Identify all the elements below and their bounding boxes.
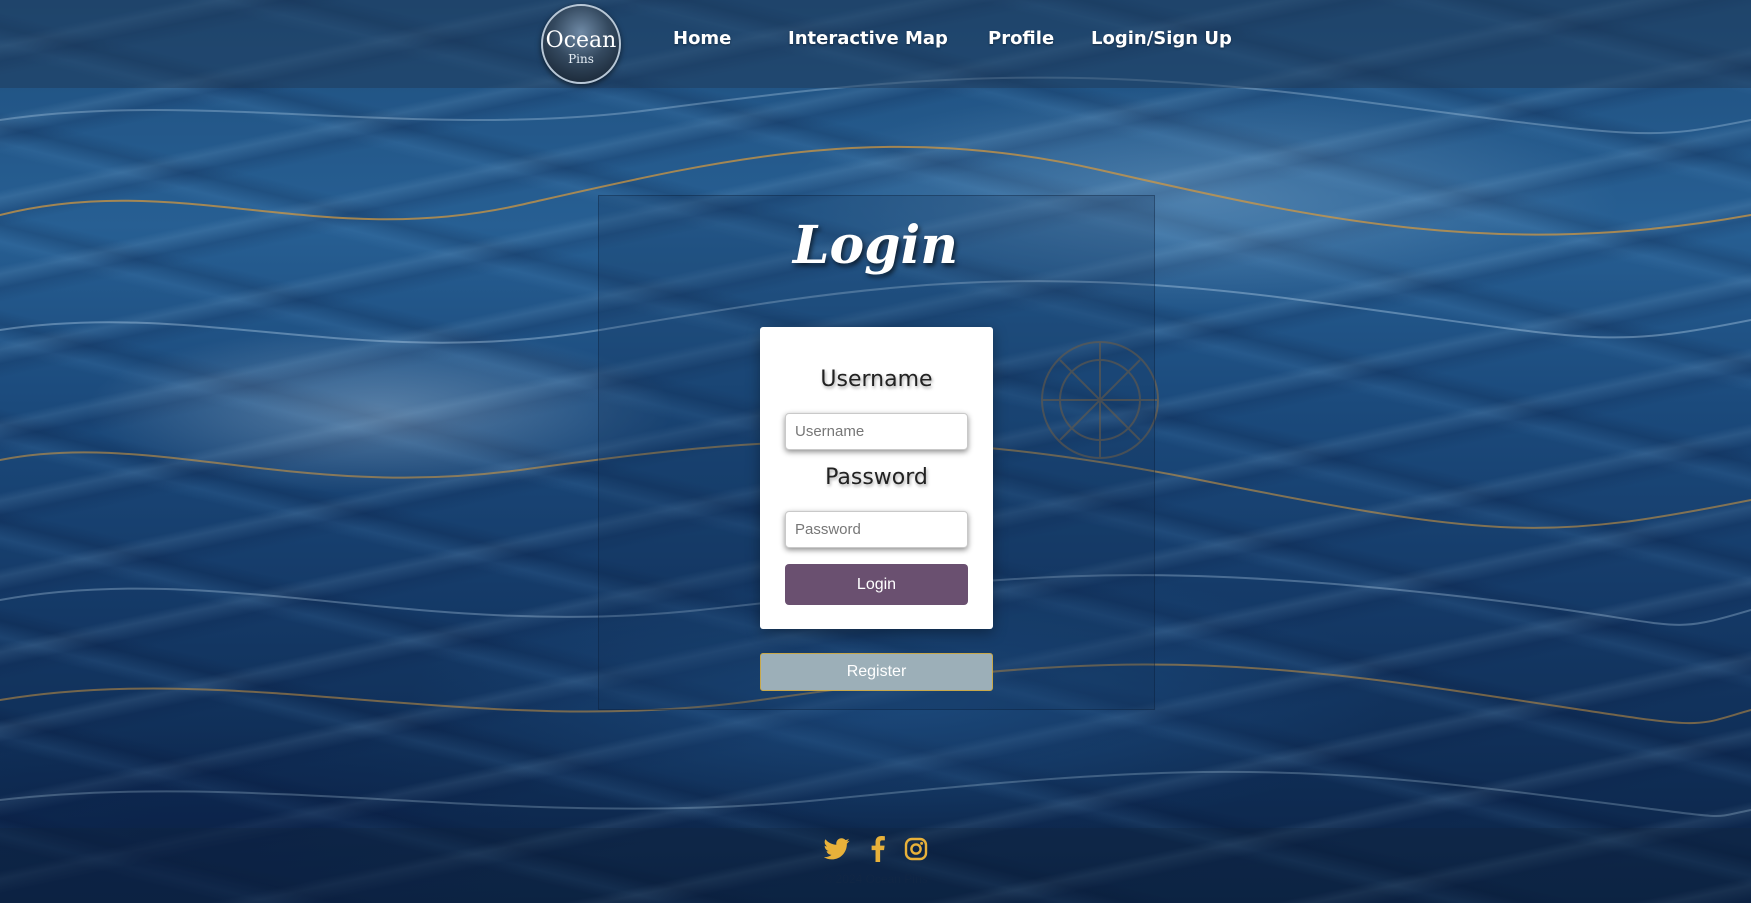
twitter-icon[interactable] xyxy=(824,836,850,862)
username-input[interactable] xyxy=(785,413,968,450)
instagram-icon[interactable] xyxy=(903,836,929,862)
nav-interactive-map-link[interactable]: Interactive Map xyxy=(788,28,948,49)
nav-home-link[interactable]: Home xyxy=(673,28,731,49)
login-form-card: Username Password Login xyxy=(760,327,993,629)
register-button[interactable]: Register xyxy=(760,653,993,691)
username-label: Username xyxy=(820,367,933,392)
ocean-pins-logo[interactable]: Ocean Pins xyxy=(541,4,621,84)
password-input[interactable] xyxy=(785,511,968,548)
login-button[interactable]: Login xyxy=(785,564,968,605)
facebook-icon[interactable] xyxy=(865,836,891,862)
logo-text-ocean: Ocean xyxy=(545,28,617,53)
nav-login-signup-link[interactable]: Login/Sign Up xyxy=(1091,28,1232,49)
page-title: Login xyxy=(792,215,959,276)
logo-text-pins: Pins xyxy=(568,52,594,66)
nav-profile-link[interactable]: Profile xyxy=(988,28,1054,49)
copyright-text: © 2024 Ocean Pins xyxy=(823,872,928,886)
password-label: Password xyxy=(825,465,928,490)
